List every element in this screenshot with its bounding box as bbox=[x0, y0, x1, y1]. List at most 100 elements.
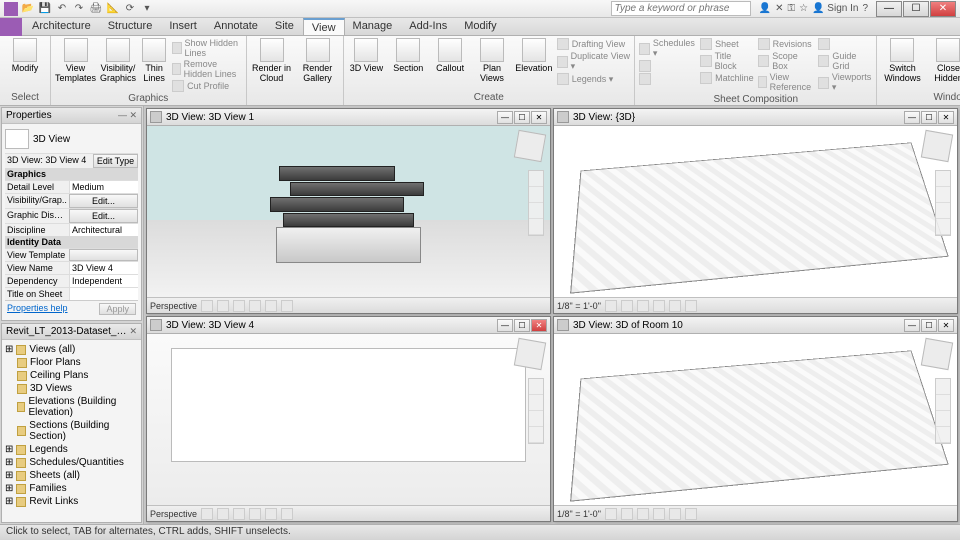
view-minimize-button[interactable]: — bbox=[904, 111, 920, 124]
sun-path-icon[interactable] bbox=[637, 508, 649, 520]
ribbon-small-item[interactable]: Sheet bbox=[700, 38, 754, 50]
section[interactable]: Section bbox=[389, 38, 427, 73]
tree-item[interactable]: ⊞ Sheets (all) bbox=[5, 469, 138, 482]
shadows-icon[interactable] bbox=[249, 508, 261, 520]
modify-tool[interactable]: Modify bbox=[4, 38, 46, 73]
tree-item[interactable]: ⊞ Schedules/Quantities bbox=[5, 456, 138, 469]
help-icon[interactable]: ? bbox=[862, 3, 868, 14]
navigation-bar[interactable] bbox=[528, 378, 544, 444]
tab-manage[interactable]: Manage bbox=[345, 18, 402, 35]
view-canvas[interactable] bbox=[147, 334, 550, 505]
detail-level-icon[interactable] bbox=[201, 300, 213, 312]
tab-annotate[interactable]: Annotate bbox=[206, 18, 267, 35]
app-button[interactable] bbox=[0, 18, 22, 36]
ribbon-small-item[interactable]: Viewports ▾ bbox=[818, 72, 872, 93]
ribbon-small-item[interactable]: Show Hidden Lines bbox=[172, 38, 241, 58]
view-titlebar[interactable]: 3D View: 3D View 4—☐✕ bbox=[147, 317, 550, 334]
view-scale[interactable]: Perspective bbox=[150, 509, 197, 519]
tab-view[interactable]: View bbox=[303, 18, 345, 35]
view-close-button[interactable]: ✕ bbox=[938, 319, 954, 332]
view-minimize-button[interactable]: — bbox=[497, 319, 513, 332]
property-value[interactable]: Edit... bbox=[69, 209, 138, 223]
navigation-bar[interactable] bbox=[528, 170, 544, 236]
ribbon-small-item[interactable]: Legends ▾ bbox=[557, 73, 630, 85]
visual-style-icon[interactable] bbox=[217, 508, 229, 520]
viewcube[interactable] bbox=[921, 338, 953, 370]
favorite-icon[interactable]: ☆ bbox=[799, 3, 808, 14]
detail-level-icon[interactable] bbox=[605, 300, 617, 312]
property-value[interactable] bbox=[69, 288, 138, 300]
visual-style-icon[interactable] bbox=[621, 508, 633, 520]
render-gallery[interactable]: Render Gallery bbox=[297, 38, 339, 83]
close-button[interactable]: ✕ bbox=[930, 1, 956, 17]
sun-path-icon[interactable] bbox=[233, 508, 245, 520]
search-input[interactable] bbox=[611, 1, 751, 16]
palette-close-icon[interactable]: ✕ bbox=[129, 326, 137, 337]
tree-item[interactable]: Elevations (Building Elevation) bbox=[5, 395, 138, 419]
tree-item[interactable]: ⊞ Views (all) bbox=[5, 343, 138, 356]
apply-button[interactable]: Apply bbox=[99, 303, 136, 315]
measure-icon[interactable]: 📐 bbox=[106, 2, 120, 16]
undo-icon[interactable]: ↶ bbox=[55, 2, 69, 16]
view-scale[interactable]: 1/8" = 1'-0" bbox=[557, 301, 601, 311]
view-close-button[interactable]: ✕ bbox=[531, 319, 547, 332]
properties-help-link[interactable]: Properties help bbox=[7, 303, 68, 315]
type-selector[interactable]: 3D View: 3D View 4 bbox=[5, 154, 93, 168]
ribbon-small-item[interactable]: Scope Box bbox=[758, 51, 815, 71]
property-value[interactable]: Edit... bbox=[69, 194, 138, 208]
tree-item[interactable]: Ceiling Plans bbox=[5, 369, 138, 382]
tab-site[interactable]: Site bbox=[267, 18, 303, 35]
minimize-button[interactable]: — bbox=[876, 1, 902, 17]
tree-item[interactable]: ⊞ Legends bbox=[5, 443, 138, 456]
elevation[interactable]: Elevation bbox=[515, 38, 553, 73]
sun-path-icon[interactable] bbox=[637, 300, 649, 312]
tree-item[interactable]: 3D Views bbox=[5, 382, 138, 395]
navigation-bar[interactable] bbox=[935, 170, 951, 236]
palette-close-icon[interactable]: — ✕ bbox=[118, 110, 137, 121]
property-value[interactable] bbox=[69, 249, 138, 261]
detail-level-icon[interactable] bbox=[201, 508, 213, 520]
callout[interactable]: Callout bbox=[431, 38, 469, 73]
view-maximize-button[interactable]: ☐ bbox=[921, 111, 937, 124]
tab-structure[interactable]: Structure bbox=[100, 18, 162, 35]
view-titlebar[interactable]: 3D View: 3D View 1—☐✕ bbox=[147, 109, 550, 126]
view-maximize-button[interactable]: ☐ bbox=[921, 319, 937, 332]
crop-icon[interactable] bbox=[669, 508, 681, 520]
view-templates[interactable]: View Templates bbox=[55, 38, 96, 83]
dropdown-icon[interactable]: ▾ bbox=[140, 2, 154, 16]
shadows-icon[interactable] bbox=[653, 508, 665, 520]
hide-icon[interactable] bbox=[685, 300, 697, 312]
key-icon[interactable]: ⚿ bbox=[787, 3, 795, 14]
ribbon-small-item[interactable]: Cut Profile bbox=[172, 80, 241, 92]
viewcube[interactable] bbox=[514, 130, 546, 162]
view-canvas[interactable] bbox=[554, 126, 957, 297]
print-icon[interactable]: 🖨 bbox=[89, 2, 103, 16]
ribbon-small-item[interactable]: Remove Hidden Lines bbox=[172, 59, 241, 79]
view-close-button[interactable]: ✕ bbox=[531, 111, 547, 124]
subscription-icon[interactable]: 👤 bbox=[759, 3, 771, 14]
ribbon-small-item[interactable]: Revisions bbox=[758, 38, 815, 50]
close-hidden[interactable]: Close Hidden bbox=[927, 38, 960, 83]
save-icon[interactable]: 💾 bbox=[38, 2, 52, 16]
shadows-icon[interactable] bbox=[249, 300, 261, 312]
ribbon-small-item[interactable]: Duplicate View ▾ bbox=[557, 51, 630, 72]
view-canvas[interactable] bbox=[554, 334, 957, 505]
view-maximize-button[interactable]: ☐ bbox=[514, 111, 530, 124]
plan-views[interactable]: Plan Views bbox=[473, 38, 511, 83]
app-menu-button[interactable] bbox=[4, 2, 18, 16]
tab-architecture[interactable]: Architecture bbox=[24, 18, 100, 35]
view-canvas[interactable] bbox=[147, 126, 550, 297]
tree-item[interactable]: Sections (Building Section) bbox=[5, 419, 138, 443]
render-cloud[interactable]: Render in Cloud bbox=[251, 38, 293, 83]
edit-type-button[interactable]: Edit Type bbox=[93, 154, 138, 168]
redo-icon[interactable]: ↷ bbox=[72, 2, 86, 16]
switch-windows[interactable]: Switch Windows bbox=[881, 38, 923, 83]
thin-lines[interactable]: Thin Lines bbox=[140, 38, 168, 83]
tree-item[interactable]: ⊞ Families bbox=[5, 482, 138, 495]
viewcube[interactable] bbox=[921, 130, 953, 162]
view-titlebar[interactable]: 3D View: 3D of Room 10—☐✕ bbox=[554, 317, 957, 334]
sync-icon[interactable]: ⟳ bbox=[123, 2, 137, 16]
crop-icon[interactable] bbox=[669, 300, 681, 312]
view-close-button[interactable]: ✕ bbox=[938, 111, 954, 124]
signin-button[interactable]: 👤 Sign In bbox=[812, 3, 858, 14]
